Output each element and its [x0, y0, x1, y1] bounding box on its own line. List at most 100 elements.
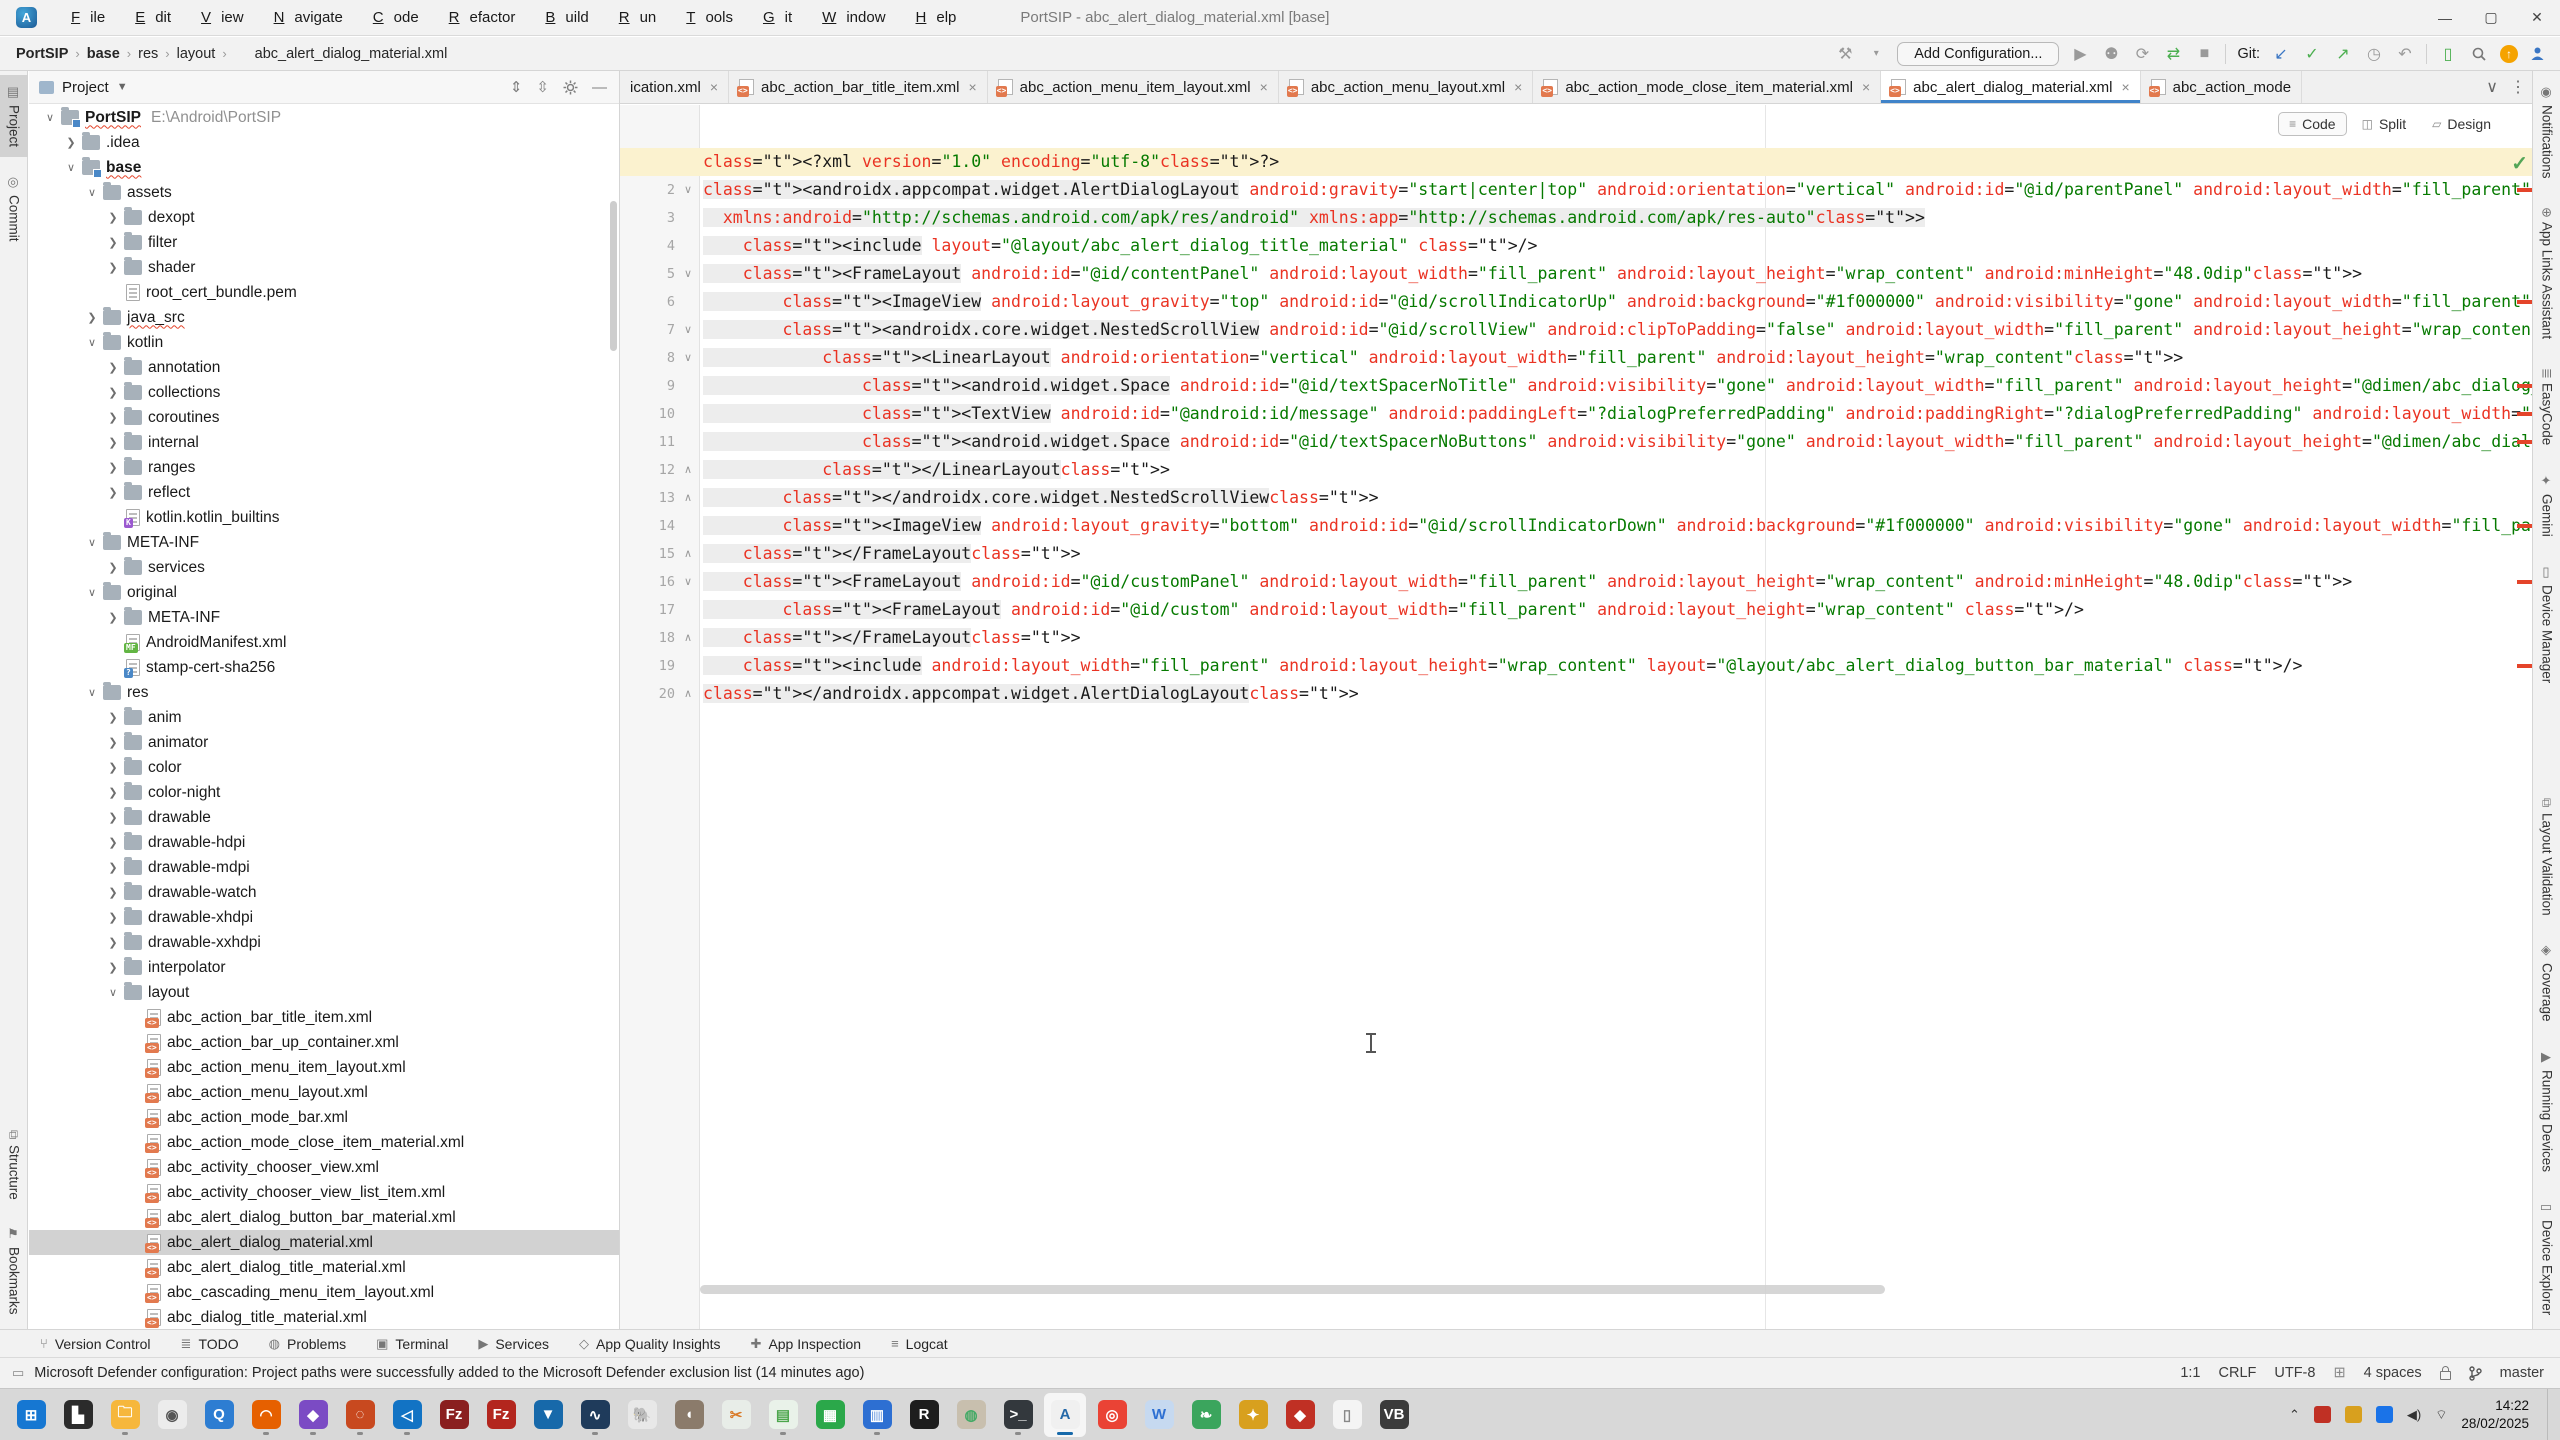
caret-position[interactable]: 1:1 — [2180, 1365, 2200, 1381]
tree-item-drawable-xhdpi[interactable]: ❯drawable-xhdpi — [29, 905, 619, 930]
tree-item-base[interactable]: ∨base — [29, 155, 619, 180]
network-icon[interactable]: ⌔ — [2435, 1407, 2447, 1423]
taskbar-app-gold-app[interactable]: ✦ — [1232, 1393, 1274, 1437]
view-mode-design[interactable]: ▱Design — [2421, 112, 2502, 136]
taskbar-app-notepad-plus[interactable]: ▤ — [762, 1393, 804, 1437]
search-everywhere-icon[interactable] — [2469, 46, 2489, 62]
close-tab-icon[interactable]: × — [2121, 79, 2129, 95]
collapsed-arrow-icon[interactable]: ❯ — [102, 461, 124, 474]
tree-item-reflect[interactable]: ❯reflect — [29, 480, 619, 505]
git-branch-name[interactable]: master — [2500, 1365, 2544, 1381]
close-tab-icon[interactable]: × — [1260, 79, 1268, 95]
taskbar-app-filezilla-server[interactable]: Fz — [480, 1393, 522, 1437]
expanded-arrow-icon[interactable]: ∨ — [81, 186, 103, 199]
project-panel-title[interactable]: Project — [62, 79, 109, 96]
expand-all-icon[interactable]: ⇕ — [510, 78, 523, 96]
taskbar-app-screenshot-tool[interactable]: ✂ — [715, 1393, 757, 1437]
tree-item-abc-alert-dialog-material-xml[interactable]: <>abc_alert_dialog_material.xml — [29, 1230, 619, 1255]
collapsed-arrow-icon[interactable]: ❯ — [102, 736, 124, 749]
taskbar-app-start[interactable]: ⊞ — [10, 1393, 52, 1437]
code-line-19[interactable]: class="t"><include android:layout_width=… — [703, 652, 2536, 680]
git-commit-icon[interactable]: ✓ — [2302, 44, 2322, 64]
tree-item-drawable-mdpi[interactable]: ❯drawable-mdpi — [29, 855, 619, 880]
error-stripe-mark[interactable] — [2517, 524, 2532, 528]
tree-item-abc-action-mode-close-item-material-xml[interactable]: <>abc_action_mode_close_item_material.xm… — [29, 1130, 619, 1155]
menu-code[interactable]: Code — [353, 0, 429, 35]
debug-button[interactable]: ⚉ — [2101, 44, 2121, 64]
taskbar-app-chrome[interactable]: ◎ — [1091, 1393, 1133, 1437]
tree-item-kotlin-kotlin-builtins[interactable]: Kkotlin.kotlin_builtins — [29, 505, 619, 530]
taskbar-app-search-tool[interactable]: Q — [198, 1393, 240, 1437]
tree-item-drawable[interactable]: ❯drawable — [29, 805, 619, 830]
breadcrumb-item[interactable]: layout — [177, 46, 216, 62]
code-line-20[interactable]: class="t"></androidx.appcompat.widget.Al… — [703, 680, 2536, 708]
expanded-arrow-icon[interactable]: ∨ — [81, 586, 103, 599]
close-tab-icon[interactable]: × — [1862, 79, 1870, 95]
user-avatar-icon[interactable] — [2529, 45, 2546, 62]
menu-build[interactable]: Build — [525, 0, 598, 35]
tree-item-abc-action-bar-up-container-xml[interactable]: <>abc_action_bar_up_container.xml — [29, 1030, 619, 1055]
tree-item-services[interactable]: ❯services — [29, 555, 619, 580]
taskbar-app-gimp[interactable]: ◖ — [668, 1393, 710, 1437]
taskbar-app-spreadsheet[interactable]: ▦ — [809, 1393, 851, 1437]
breadcrumb-item[interactable]: PortSIP — [16, 46, 68, 62]
tree-item-collections[interactable]: ❯collections — [29, 380, 619, 405]
taskbar-app-green-app[interactable]: ❧ — [1185, 1393, 1227, 1437]
collapsed-arrow-icon[interactable]: ❯ — [102, 886, 124, 899]
hidden-tabs-chevron-icon[interactable]: ∨ — [2486, 77, 2498, 97]
taskbar-app-red-app[interactable]: ◆ — [1279, 1393, 1321, 1437]
collapsed-arrow-icon[interactable]: ❯ — [102, 561, 124, 574]
tool-window-terminal[interactable]: ▣Terminal — [376, 1336, 448, 1352]
tool-window-running-devices[interactable]: ▶Running Devices — [2533, 1040, 2560, 1182]
tree-item-kotlin[interactable]: ∨kotlin — [29, 330, 619, 355]
taskbar-app-dbeaver[interactable]: ∿ — [574, 1393, 616, 1437]
collapsed-arrow-icon[interactable]: ❯ — [102, 761, 124, 774]
git-update-icon[interactable]: ↙ — [2271, 44, 2291, 64]
tree-item-animator[interactable]: ❯animator — [29, 730, 619, 755]
breadcrumb-item[interactable]: base — [87, 46, 120, 62]
taskbar-clock[interactable]: 14:22 28/02/2025 — [2461, 1397, 2533, 1432]
collapsed-arrow-icon[interactable]: ❯ — [102, 961, 124, 974]
error-stripe-mark[interactable] — [2517, 384, 2532, 388]
tool-window-layout-validation[interactable]: ⧉Layout Validation — [2533, 788, 2560, 925]
fold-end-icon[interactable]: ∧ — [680, 680, 696, 708]
taskbar-app-honeycam[interactable]: ◌ — [339, 1393, 381, 1437]
collapsed-arrow-icon[interactable]: ❯ — [102, 361, 124, 374]
close-tab-icon[interactable]: × — [968, 79, 976, 95]
collapsed-arrow-icon[interactable]: ❯ — [102, 911, 124, 924]
close-button[interactable]: ✕ — [2514, 0, 2560, 35]
fold-region-icon[interactable]: ∨ — [680, 568, 696, 596]
collapsed-arrow-icon[interactable]: ❯ — [102, 786, 124, 799]
taskbar-app-vscode[interactable]: ◁ — [386, 1393, 428, 1437]
code-line-5[interactable]: class="t"><FrameLayout android:id="@id/c… — [703, 260, 2536, 288]
code-line-18[interactable]: class="t"></FrameLayoutclass="t">> — [703, 624, 2536, 652]
expanded-arrow-icon[interactable]: ∨ — [81, 536, 103, 549]
code-line-16[interactable]: class="t"><FrameLayout android:id="@id/c… — [703, 568, 2536, 596]
tool-window-bookmarks[interactable]: ⚑Bookmarks — [0, 1217, 28, 1325]
add-configuration-button[interactable]: Add Configuration... — [1897, 42, 2059, 66]
tree-item-res[interactable]: ∨res — [29, 680, 619, 705]
editor-tab-ication-xml[interactable]: ication.xml× — [620, 71, 729, 103]
collapsed-arrow-icon[interactable]: ❯ — [102, 811, 124, 824]
editor-tab-abc-action-mode[interactable]: abc_action_mode — [2141, 71, 2302, 103]
ide-update-icon[interactable]: ↑ — [2500, 45, 2518, 63]
tree-item-abc-action-bar-title-item-xml[interactable]: <>abc_action_bar_title_item.xml — [29, 1005, 619, 1030]
editor-tab-abc-alert-dialog-material-xml[interactable]: abc_alert_dialog_material.xml× — [1881, 71, 2140, 103]
fold-end-icon[interactable]: ∧ — [680, 540, 696, 568]
code-line-11[interactable]: class="t"><android.widget.Space android:… — [703, 428, 2536, 456]
menu-view[interactable]: View — [181, 0, 254, 35]
tab-options-kebab-icon[interactable]: ⋮ — [2510, 77, 2526, 97]
tree-item-abc-action-mode-bar-xml[interactable]: <>abc_action_mode_bar.xml — [29, 1105, 619, 1130]
tool-window-notifications[interactable]: ◉Notifications — [2533, 75, 2560, 189]
menu-refactor[interactable]: Refactor — [429, 0, 526, 35]
tool-window-commit[interactable]: ◎Commit — [0, 165, 28, 252]
tool-window-device-manager[interactable]: ▯Device Manager — [2533, 555, 2560, 693]
status-event-icon[interactable]: ▭ — [12, 1365, 24, 1381]
taskbar-app-app-r-dark[interactable]: R — [903, 1393, 945, 1437]
volume-icon[interactable]: ◀) — [2407, 1407, 2421, 1423]
tool-window-gemini[interactable]: ✦Gemini — [2533, 464, 2560, 547]
fold-end-icon[interactable]: ∧ — [680, 484, 696, 512]
collapsed-arrow-icon[interactable]: ❯ — [102, 836, 124, 849]
tree-item-abc-cascading-menu-item-layout-xml[interactable]: <>abc_cascading_menu_item_layout.xml — [29, 1280, 619, 1305]
tool-window-services[interactable]: ▶Services — [478, 1336, 549, 1352]
